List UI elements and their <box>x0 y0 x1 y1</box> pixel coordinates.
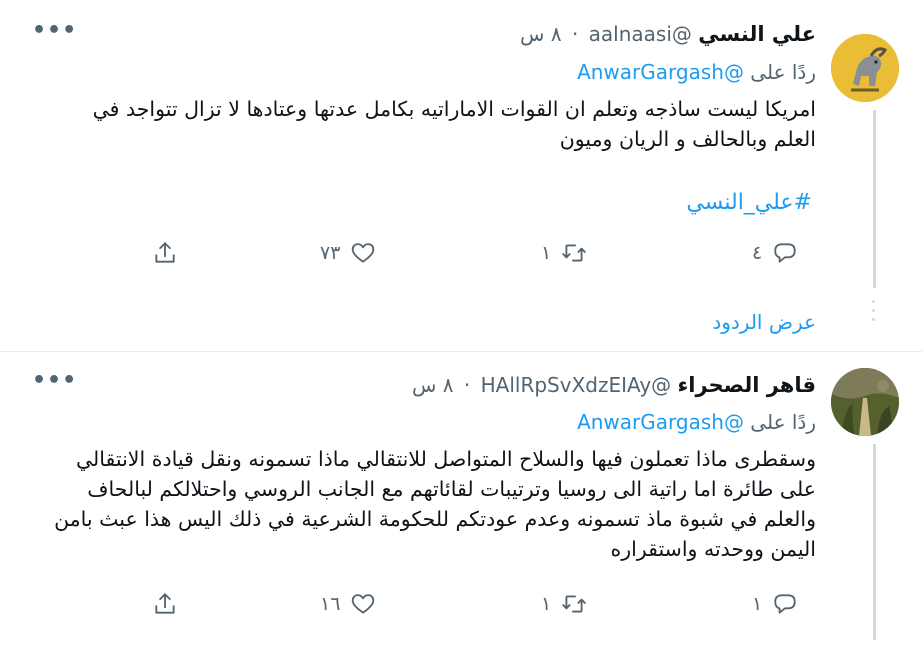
tweet[interactable]: قاهر الصحراء @HAllRpSvXdzEIAy · ٨ س ••• … <box>0 352 922 647</box>
share-button[interactable] <box>152 589 178 619</box>
reply-button[interactable]: ٤ <box>752 238 798 268</box>
like-button[interactable]: ٧٣ <box>320 238 376 268</box>
replying-to: ردًا على @AnwarGargash <box>577 60 816 84</box>
tweet-actions: ١٦ ١ ١ <box>0 589 922 619</box>
tweet-actions: ٧٣ ١ ٤ <box>0 238 922 268</box>
avatar[interactable] <box>831 368 899 436</box>
separator: · <box>571 22 579 46</box>
replying-prefix: ردًا على <box>750 60 816 84</box>
tweet-header: قاهر الصحراء @HAllRpSvXdzEIAy · ٨ س <box>412 373 816 397</box>
like-count: ٧٣ <box>320 242 341 264</box>
timestamp[interactable]: ٨ س <box>412 373 454 397</box>
reply-count: ١ <box>752 593 763 615</box>
goat-avatar-image <box>831 34 899 102</box>
retweet-icon <box>562 595 586 613</box>
like-button[interactable]: ١٦ <box>320 589 376 619</box>
retweet-count: ١ <box>541 242 552 264</box>
like-count: ١٦ <box>320 593 341 615</box>
hashtag-link[interactable]: #علي_النسي <box>686 190 812 215</box>
avatar[interactable] <box>831 34 899 102</box>
show-replies-link[interactable]: عرض الردود <box>712 310 816 334</box>
replying-to-link[interactable]: @AnwarGargash <box>577 60 744 84</box>
thread-gap-dots <box>872 300 876 327</box>
reply-count: ٤ <box>752 242 763 264</box>
replying-to: ردًا على @AnwarGargash <box>577 410 816 434</box>
display-name[interactable]: قاهر الصحراء <box>678 373 816 397</box>
reply-button[interactable]: ١ <box>752 589 798 619</box>
timestamp[interactable]: ٨ س <box>520 22 562 46</box>
user-handle[interactable]: @HAllRpSvXdzEIAy <box>481 373 672 397</box>
heart-icon <box>352 594 375 614</box>
retweet-button[interactable]: ١ <box>541 238 587 268</box>
share-icon <box>155 593 175 614</box>
user-handle[interactable]: @aalnaasi <box>589 22 692 46</box>
retweet-icon <box>562 244 586 262</box>
retweet-count: ١ <box>541 593 552 615</box>
share-icon <box>155 242 175 263</box>
more-options-icon[interactable]: ••• <box>32 368 77 393</box>
share-button[interactable] <box>152 238 178 268</box>
heart-icon <box>352 243 375 263</box>
tweet-text: امريكا ليست ساذجه وتعلم ان القوات الامار… <box>92 97 816 151</box>
reply-icon <box>774 594 796 614</box>
reply-icon <box>774 243 796 263</box>
landscape-avatar-image <box>831 368 899 436</box>
more-options-icon[interactable]: ••• <box>32 18 77 43</box>
replying-to-link[interactable]: @AnwarGargash <box>577 410 744 434</box>
tweet-text: وسقطرى ماذا تعملون فيها والسلاح المتواصل… <box>54 447 816 561</box>
replying-prefix: ردًا على <box>750 410 816 434</box>
tweet-header: علي النسي @aalnaasi · ٨ س <box>520 22 816 46</box>
separator: · <box>463 373 471 397</box>
tweet[interactable]: علي النسي @aalnaasi · ٨ س ••• ردًا على @… <box>0 0 922 352</box>
display-name[interactable]: علي النسي <box>698 22 816 46</box>
retweet-button[interactable]: ١ <box>541 589 587 619</box>
